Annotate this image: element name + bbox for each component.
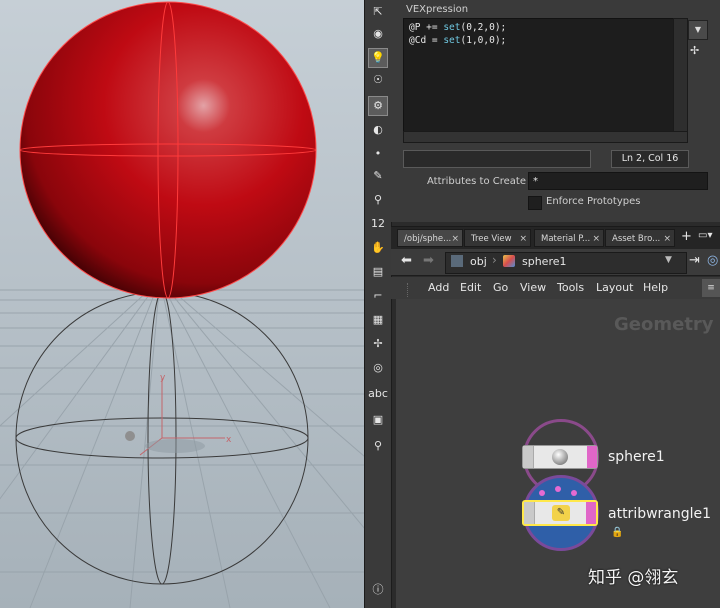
display-icon[interactable]: ☉ xyxy=(368,70,388,90)
code-line-2: @Cd = set(1,0,0); xyxy=(409,35,507,46)
node-label-attribwrangle1: attribwrangle1 xyxy=(608,506,712,522)
paint-icon[interactable]: ✋ xyxy=(368,238,388,258)
menu-view[interactable]: View xyxy=(520,281,546,294)
image-icon[interactable]: ▣ xyxy=(368,410,388,430)
tab-network-path[interactable]: /obj/sphe... × xyxy=(397,229,463,247)
link-icon[interactable]: ◎ xyxy=(707,253,718,268)
context-label: Geometry xyxy=(614,314,714,335)
add-tab-icon[interactable]: + xyxy=(681,229,692,244)
close-tab-icon: × xyxy=(451,234,459,244)
back-arrow-icon[interactable]: ⬅ xyxy=(401,253,412,268)
badge-dot xyxy=(539,490,545,496)
obj-context-icon xyxy=(451,255,463,267)
pin-icon[interactable]: ⚲ xyxy=(368,190,388,210)
menu-tools[interactable]: Tools xyxy=(557,281,584,294)
number-icon[interactable]: 12 xyxy=(368,214,388,234)
tab-material-palette[interactable]: Material P... × xyxy=(534,229,604,247)
menu-go[interactable]: Go xyxy=(493,281,508,294)
handle-x-label: x xyxy=(226,435,232,445)
sphere1-node[interactable] xyxy=(522,445,598,469)
badge-dot xyxy=(555,486,561,492)
vexpression-label: VEXpression xyxy=(406,4,469,15)
camera-icon[interactable]: ◉ xyxy=(368,24,388,44)
brush-icon[interactable]: ✎ xyxy=(368,166,388,186)
close-tab-icon: × xyxy=(663,234,671,244)
path-node[interactable]: sphere1 xyxy=(522,255,567,268)
code-vertical-scrollbar[interactable] xyxy=(673,18,688,133)
node-label-sphere1: sphere1 xyxy=(608,449,665,465)
snap-icon[interactable]: ⚙ xyxy=(368,96,388,116)
enforce-prototypes-label: Enforce Prototypes xyxy=(546,196,641,207)
lock-icon: 🔒 xyxy=(611,527,624,538)
sphere-node-icon xyxy=(552,449,568,465)
visibility-icon[interactable]: ◐ xyxy=(368,120,388,140)
close-tab-icon: × xyxy=(592,234,600,244)
geometry-node-icon xyxy=(503,255,515,267)
bulb-icon[interactable]: ⚲ xyxy=(368,436,388,456)
watermark: 知乎 @翎玄 xyxy=(588,568,679,588)
code-line-1: @P += set(0,2,0); xyxy=(409,22,507,33)
vex-options-icon[interactable]: ✢ xyxy=(690,44,699,57)
pane-menu-icon[interactable]: ▭▾ xyxy=(698,230,712,241)
cursor-status: Ln 2, Col 16 xyxy=(611,150,689,168)
point-icon[interactable]: • xyxy=(368,144,388,164)
transform-icon[interactable]: ✢ xyxy=(368,334,388,354)
grid-icon[interactable]: ▦ xyxy=(368,310,388,330)
attributes-to-create-label: Attributes to Create xyxy=(427,176,526,187)
document-icon[interactable]: ▤ xyxy=(368,262,388,282)
path-root[interactable]: obj xyxy=(470,255,487,268)
bypass-flag[interactable] xyxy=(524,502,535,524)
menu-layout[interactable]: Layout xyxy=(596,281,633,294)
handle-y-label: y xyxy=(160,373,166,383)
tab-tree-view[interactable]: Tree View × xyxy=(464,229,531,247)
viewport-toolbar: ⇱ ◉ 💡 ☉ ⚙ ◐ • ✎ ⚲ 12 ✋ ▤ ⌐ ▦ ✢ ◎ abc ▣ ⚲ ⓘ xyxy=(364,0,392,608)
code-horizontal-scrollbar[interactable] xyxy=(403,131,688,143)
menu-help[interactable]: Help xyxy=(643,281,668,294)
badge-dot xyxy=(571,490,577,496)
red-sphere xyxy=(19,1,317,299)
bypass-flag[interactable] xyxy=(523,446,534,468)
code-status-field xyxy=(403,150,591,168)
vex-menu-dropdown-icon[interactable]: ▼ xyxy=(688,20,708,40)
display-flag[interactable] xyxy=(586,502,596,524)
menu-add[interactable]: Add xyxy=(428,281,449,294)
forward-arrow-icon[interactable]: ➡ xyxy=(423,253,434,268)
viewport-canvas: x y xyxy=(0,0,364,608)
corner-icon[interactable]: ⌐ xyxy=(368,286,388,306)
vex-code-editor[interactable]: @P += set(0,2,0); @Cd = set(1,0,0); xyxy=(403,18,675,133)
attributes-to-create-field[interactable]: * xyxy=(528,172,708,190)
enforce-prototypes-checkbox[interactable] xyxy=(528,196,542,210)
toolbar-menu-icon[interactable]: ≡ xyxy=(702,279,720,297)
wrangle-node-icon: ✎ xyxy=(552,505,570,521)
select-icon[interactable]: ⇱ xyxy=(368,2,388,22)
scene-viewport[interactable]: x y xyxy=(0,0,364,608)
attribwrangle1-node[interactable]: ✎ xyxy=(522,500,598,526)
info-icon[interactable]: ⓘ xyxy=(368,580,388,600)
pin-pane-icon[interactable]: ⇥ xyxy=(689,253,700,268)
menu-edit[interactable]: Edit xyxy=(460,281,481,294)
path-separator-icon: › xyxy=(492,253,497,267)
light-icon[interactable]: 💡 xyxy=(368,48,388,68)
menu-handle-icon xyxy=(407,283,418,297)
circle-icon[interactable]: ◎ xyxy=(368,358,388,378)
display-flag[interactable] xyxy=(587,446,597,468)
text-icon[interactable]: abc xyxy=(368,384,388,404)
path-dropdown-icon[interactable]: ▼ xyxy=(665,255,672,265)
close-tab-icon: × xyxy=(519,234,527,244)
tab-asset-browser[interactable]: Asset Bro... × xyxy=(605,229,675,247)
